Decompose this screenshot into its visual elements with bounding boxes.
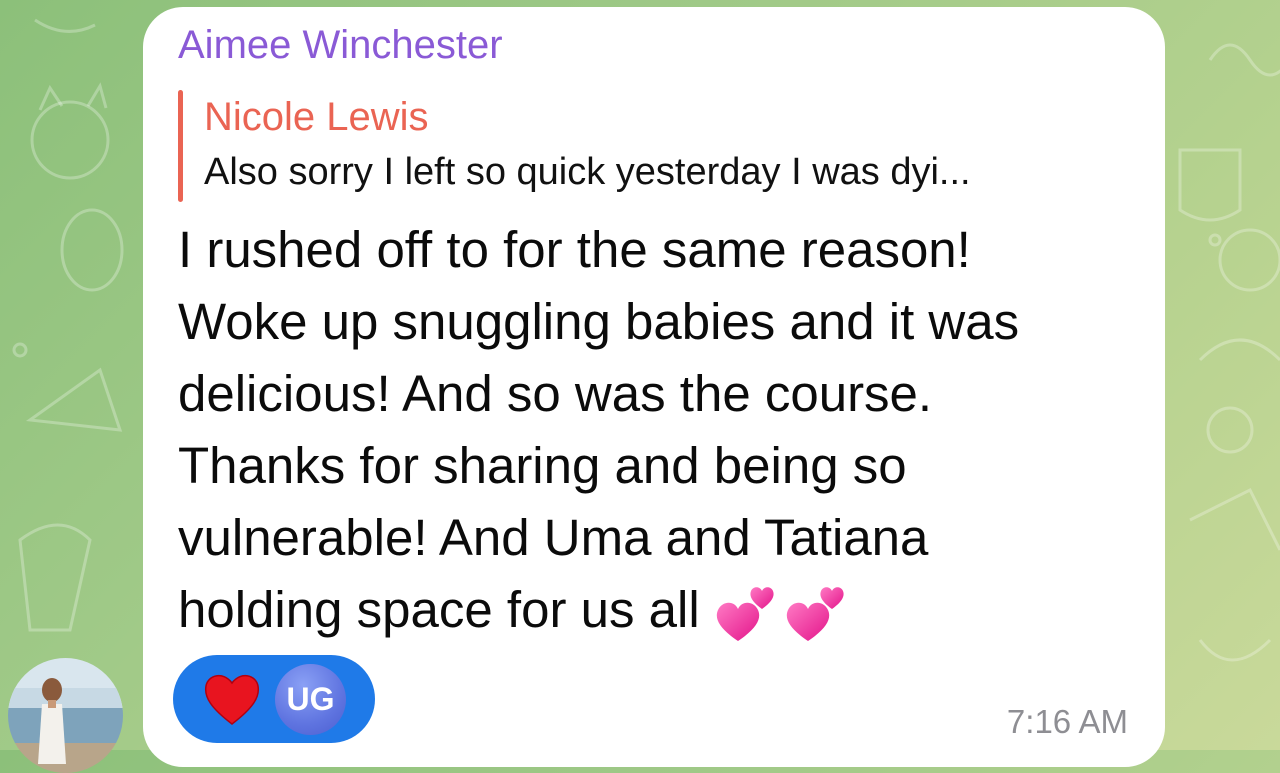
two-hearts-emoji-icon [716, 586, 844, 641]
reply-author: Nicole Lewis [204, 95, 429, 139]
avatar-photo [8, 658, 123, 773]
message-line: delicious! And so was the course. [178, 365, 933, 422]
reply-preview[interactable]: Nicole Lewis Also sorry I left so quick … [178, 90, 1128, 202]
reaction-chip[interactable]: UG [173, 655, 375, 743]
message-timestamp: 7:16 AM [1006, 703, 1128, 740]
message-line: Woke up snuggling babies and it was [178, 293, 1020, 350]
reaction-user-avatar: UG [275, 664, 346, 735]
message-line: I rushed off to for the same reason! [178, 221, 971, 278]
message-line-text: holding space for us all [178, 581, 700, 638]
sender-avatar[interactable] [8, 658, 123, 773]
message-line: Thanks for sharing and being so [178, 437, 907, 494]
message-text: I rushed off to for the same reason! Wok… [178, 214, 1148, 646]
sender-name[interactable]: Aimee Winchester [178, 22, 503, 68]
reply-preview-text: Also sorry I left so quick yesterday I w… [204, 151, 971, 193]
message-line: vulnerable! And Uma and Tatiana [178, 509, 929, 566]
message-line-last: holding space for us all [178, 574, 1148, 646]
reply-accent-bar [178, 90, 183, 202]
red-heart-icon [204, 675, 260, 725]
